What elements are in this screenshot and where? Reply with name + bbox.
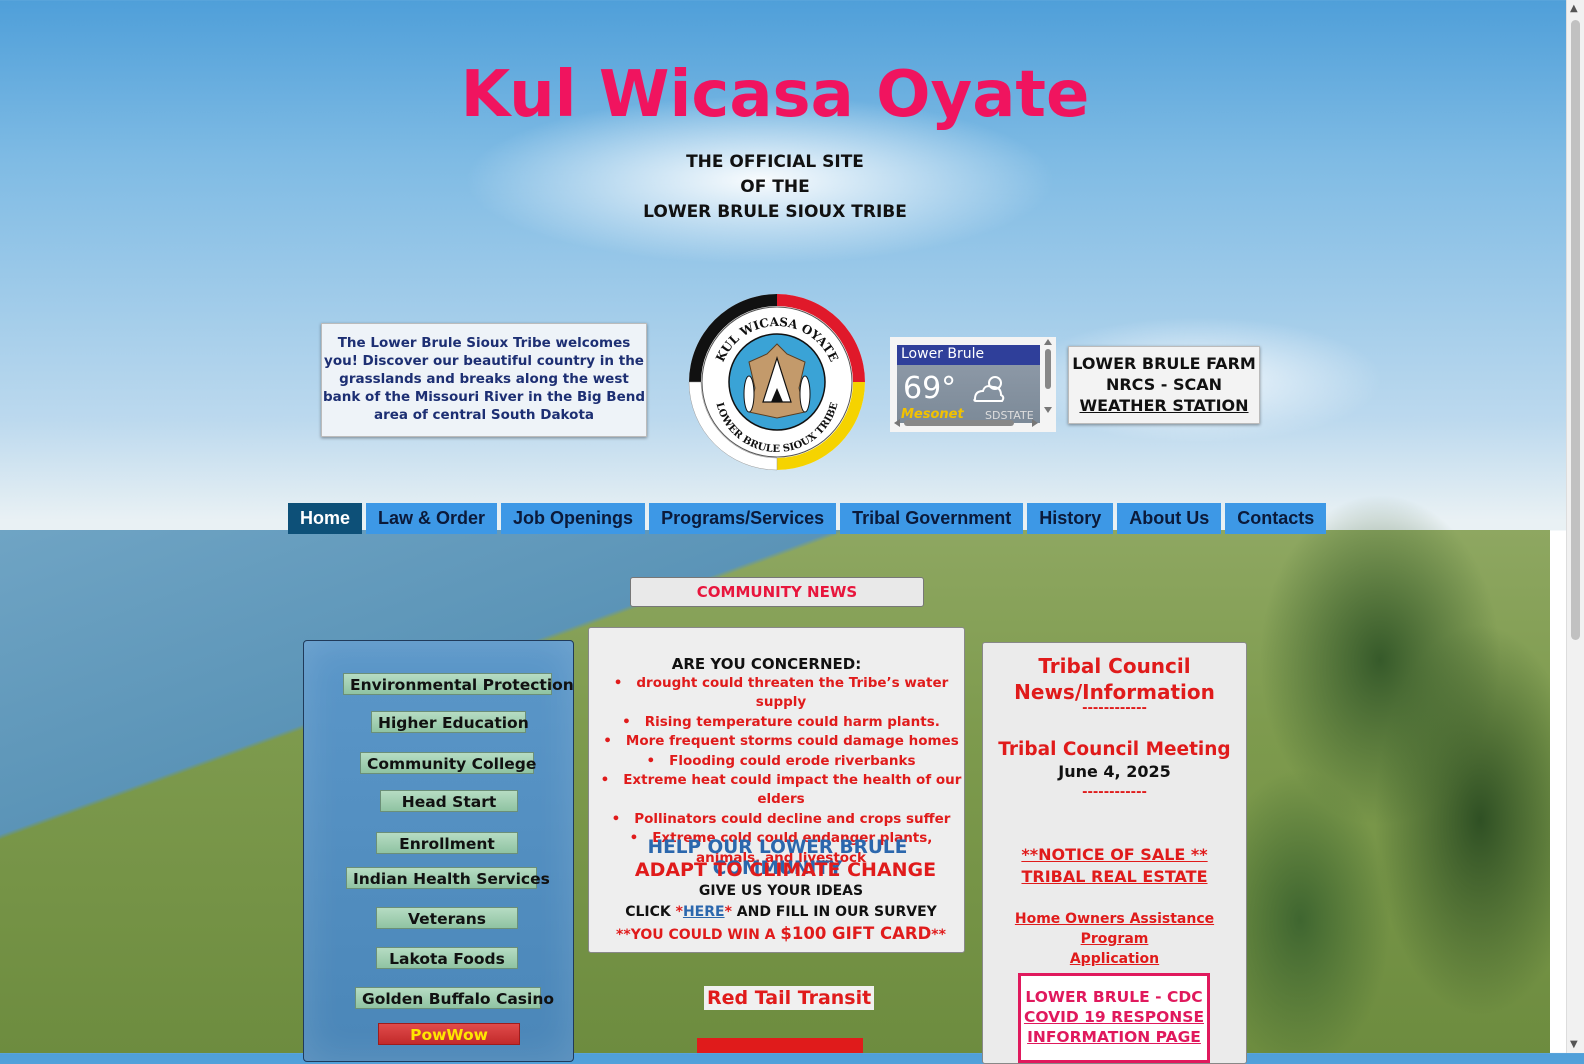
red-tail-transit-link[interactable]: Red Tail Transit — [704, 986, 875, 1010]
nav-law-order[interactable]: Law & Order — [366, 503, 498, 534]
site-subtitle: THE OFFICIAL SITE OF THE LOWER BRULE SIO… — [0, 150, 1550, 225]
subtitle-line: OF THE — [740, 177, 810, 197]
survey-here-link[interactable]: HERE — [683, 904, 725, 920]
scroll-thumb[interactable] — [1571, 20, 1580, 640]
subtitle-line: THE OFFICIAL SITE — [686, 152, 864, 172]
farm-link-text[interactable]: WEATHER STATION — [1069, 395, 1259, 416]
services-sidebar: Environmental Protection Higher Educatio… — [303, 640, 574, 1062]
click-prefix: CLICK — [625, 904, 676, 920]
farm-line: NRCS - SCAN — [1105, 375, 1223, 394]
list-item: Rising temperature could harm plants. — [597, 713, 965, 732]
cdc-line: LOWER BRULE - CDC — [1025, 988, 1203, 1006]
click-suffix: AND FILL IN OUR SURVEY — [731, 904, 937, 920]
tribal-seal-logo: KUL WICASA OYATE LOWER BRULE SIOUX TRIBE — [688, 294, 865, 471]
concern-title: ARE YOU CONCERNED: — [671, 655, 862, 673]
sidebar-item-higher-education[interactable]: Higher Education — [371, 711, 529, 733]
sidebar-item-enrollment[interactable]: Enrollment — [376, 832, 518, 854]
weather-widget[interactable]: Lower Brule 69° Mesonet SDSTATE — [890, 337, 1056, 432]
list-item: drought could threaten the Tribe’s water… — [597, 674, 965, 713]
list-item: Extreme heat could impact the health of … — [597, 771, 965, 810]
notice-line[interactable]: TRIBAL REAL ESTATE — [983, 866, 1246, 888]
site-title: Kul Wicasa Oyate — [460, 58, 1090, 132]
star-mark: * — [675, 904, 683, 920]
weather-temperature: 69° — [903, 371, 957, 406]
ideas-text: GIVE US YOUR IDEAS — [698, 883, 864, 899]
divider: ------------ — [1082, 785, 1147, 800]
cdc-line[interactable]: INFORMATION PAGE — [1021, 1027, 1207, 1047]
nav-tribal-government[interactable]: Tribal Government — [840, 503, 1024, 534]
weather-vertical-scrollbar[interactable] — [1042, 337, 1054, 415]
community-news-header: COMMUNITY NEWS — [630, 577, 924, 607]
notice-line[interactable]: **NOTICE OF SALE ** — [983, 844, 1246, 866]
list-item: Pollinators could decline and crops suff… — [597, 810, 965, 829]
divider: ------------ — [1082, 701, 1147, 716]
sidebar-item-indian-health-services[interactable]: Indian Health Services — [346, 867, 550, 889]
nav-about-us[interactable]: About Us — [1117, 503, 1222, 534]
council-title-line: Tribal Council — [1038, 654, 1191, 678]
subtitle-line: LOWER BRULE SIOUX TRIBE — [643, 202, 907, 222]
partly-cloudy-icon — [973, 376, 1005, 402]
nav-programs-services[interactable]: Programs/Services — [649, 503, 837, 534]
win-amount: $100 GIFT CARD — [780, 924, 932, 943]
council-news-panel: Tribal Council News/Information --------… — [982, 642, 1247, 1064]
welcome-box: The Lower Brule Sioux Tribe welcomes you… — [321, 323, 647, 437]
climate-survey-panel: ARE YOU CONCERNED: drought could threate… — [588, 627, 965, 953]
council-meeting-title: Tribal Council Meeting — [998, 739, 1231, 760]
sidebar-item-veterans[interactable]: Veterans — [376, 907, 518, 929]
list-item: Flooding could erode riverbanks — [597, 752, 965, 771]
nav-job-openings[interactable]: Job Openings — [501, 503, 646, 534]
red-banner[interactable] — [697, 1038, 863, 1053]
weather-location: Lower Brule — [901, 346, 985, 362]
nav-history[interactable]: History — [1027, 503, 1114, 534]
star-mark: * — [724, 904, 732, 920]
cdc-covid-info-link[interactable]: LOWER BRULE - CDC COVID 19 RESPONSE INFO… — [1018, 973, 1210, 1063]
sidebar-item-powwow[interactable]: PowWow — [378, 1023, 520, 1045]
sidebar-item-community-college[interactable]: Community College — [360, 752, 536, 774]
sidebar-item-golden-buffalo-casino[interactable]: Golden Buffalo Casino — [355, 987, 554, 1009]
nav-home[interactable]: Home — [288, 503, 363, 534]
farm-line: LOWER BRULE FARM — [1072, 354, 1256, 373]
scroll-up-arrow-icon[interactable]: ▲ — [1570, 3, 1578, 14]
nav-contacts[interactable]: Contacts — [1225, 503, 1327, 534]
weather-display[interactable]: Lower Brule 69° Mesonet SDSTATE — [897, 345, 1040, 423]
sidebar-item-lakota-foods[interactable]: Lakota Foods — [376, 947, 518, 969]
home-line[interactable]: Home Owners Assistance Program — [983, 909, 1246, 949]
notice-of-sale-link[interactable]: **NOTICE OF SALE ** TRIBAL REAL ESTATE — [983, 844, 1246, 888]
win-prefix: **YOU COULD WIN A — [616, 927, 781, 943]
sidebar-item-head-start[interactable]: Head Start — [380, 790, 518, 812]
home-line[interactable]: Application — [983, 949, 1246, 969]
sidebar-item-environmental-protection[interactable]: Environmental Protection — [343, 673, 574, 695]
farm-weather-station-link[interactable]: LOWER BRULE FARM NRCS - SCAN WEATHER STA… — [1068, 346, 1260, 424]
page-scrollbar[interactable]: ▲ ▼ — [1566, 0, 1584, 1053]
main-nav: Home Law & Order Job Openings Programs/S… — [288, 503, 1327, 534]
gift-card-text: **YOU COULD WIN A $100 GIFT CARD** — [589, 924, 973, 943]
adapt-heading: ADAPT TO CLIMATE CHANGE — [634, 859, 937, 881]
list-item: More frequent storms could damage homes — [597, 732, 965, 751]
cdc-line[interactable]: COVID 19 RESPONSE — [1021, 1007, 1207, 1027]
win-suffix: ** — [931, 927, 946, 943]
weather-horizontal-scrollbar[interactable] — [890, 417, 1042, 429]
council-meeting-date: June 4, 2025 — [1058, 762, 1171, 781]
council-title: Tribal Council News/Information — [983, 653, 1246, 705]
scroll-down-arrow-icon[interactable]: ▼ — [1570, 1039, 1578, 1050]
home-owners-assistance-link[interactable]: Home Owners Assistance Program Applicati… — [983, 909, 1246, 969]
survey-instruction: CLICK *HERE* AND FILL IN OUR SURVEY — [589, 904, 973, 920]
